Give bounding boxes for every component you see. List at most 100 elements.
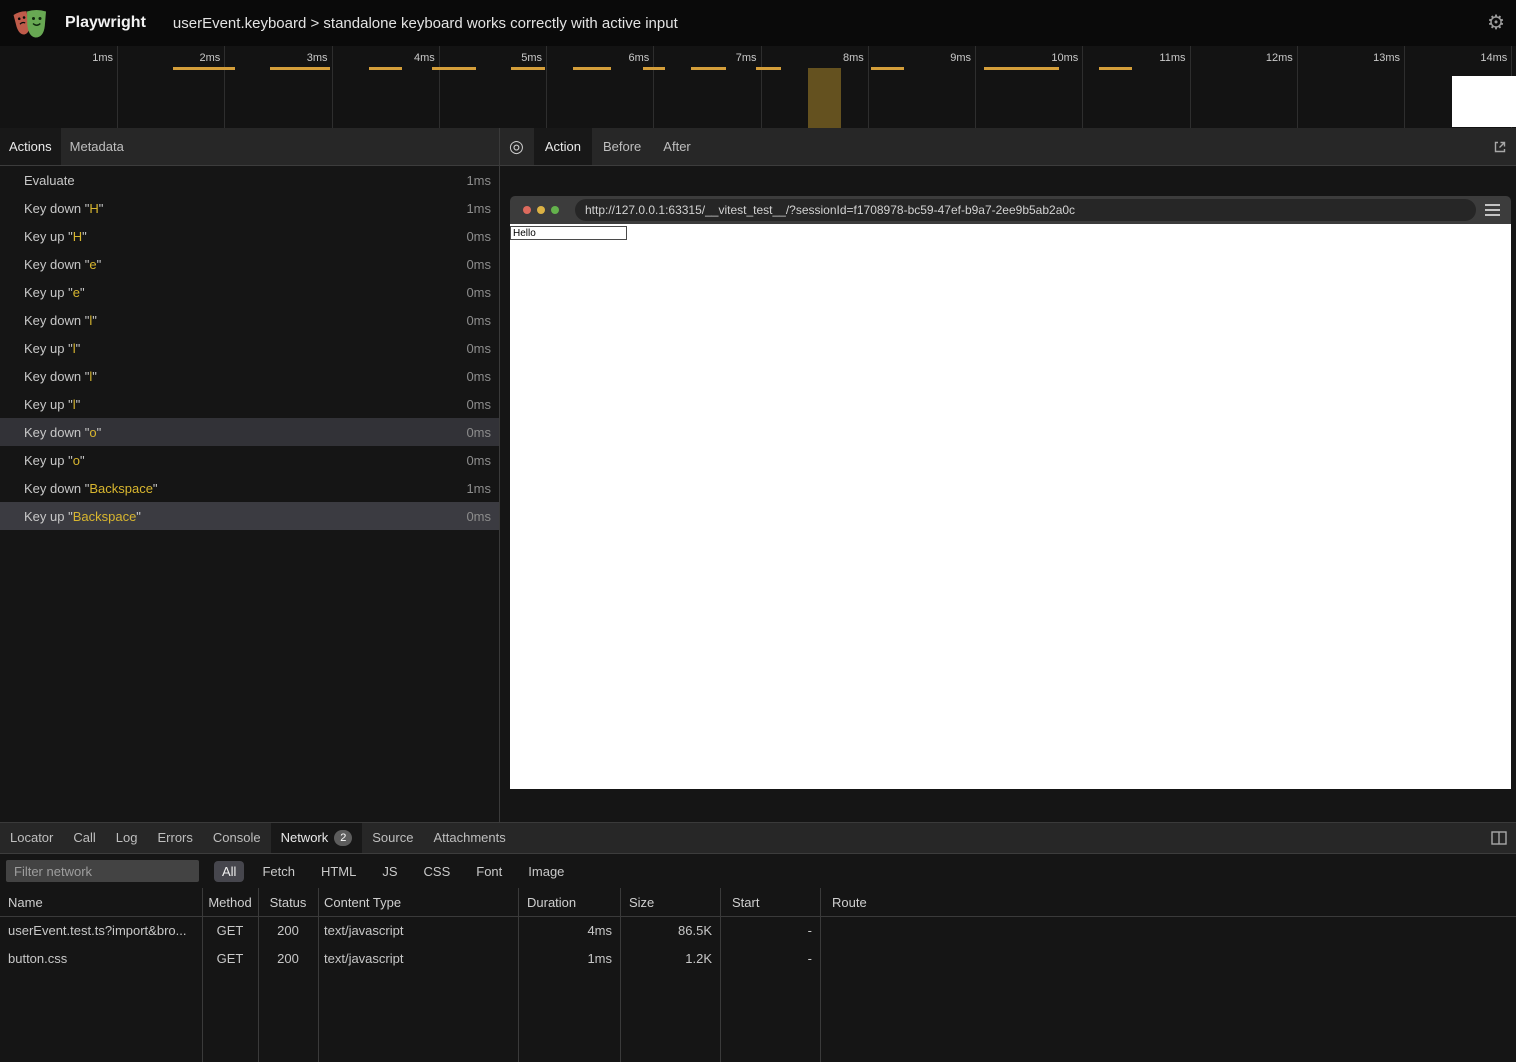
- network-column-header[interactable]: Content Type: [318, 888, 518, 916]
- timeline-action-tick: [369, 67, 402, 70]
- action-label-quote: ": [82, 229, 87, 244]
- action-key-value: o: [89, 425, 96, 440]
- network-column-header[interactable]: Name: [0, 888, 202, 916]
- network-column-header[interactable]: Method: [202, 888, 258, 916]
- test-title: userEvent.keyboard > standalone keyboard…: [173, 15, 678, 32]
- actions-panel: ActionsMetadata Evaluate1msKey down "H"1…: [0, 128, 500, 822]
- network-column-separator: [720, 888, 721, 1062]
- action-list-item[interactable]: Key up "l"0ms: [0, 334, 499, 362]
- target-icon[interactable]: ◎: [509, 138, 524, 155]
- main-split: ActionsMetadata Evaluate1msKey down "H"1…: [0, 128, 1516, 822]
- tab-errors[interactable]: Errors: [147, 823, 202, 853]
- action-list-item[interactable]: Key down "H"1ms: [0, 194, 499, 222]
- timeline-action-tick: [173, 67, 235, 70]
- top-bar: Playwright userEvent.keyboard > standalo…: [0, 0, 1516, 46]
- action-list-item[interactable]: Key down "o"0ms: [0, 418, 499, 446]
- action-label-quote: ": [92, 369, 97, 384]
- action-list-item[interactable]: Key up "o"0ms: [0, 446, 499, 474]
- snapshot-page: [510, 224, 1511, 789]
- filter-chip-all[interactable]: All: [214, 861, 244, 882]
- action-list-item[interactable]: Key down "Backspace"1ms: [0, 474, 499, 502]
- snapshot-panel: ◎ ActionBeforeAfter http://127.0.0.1:633…: [500, 128, 1516, 822]
- timeline-time-label: 14ms: [1480, 52, 1507, 64]
- action-key-value: H: [89, 201, 98, 216]
- network-column-header[interactable]: Status: [258, 888, 318, 916]
- network-table: NameMethodStatusContent TypeDurationSize…: [0, 888, 1516, 1062]
- network-cell-content_type: text/javascript: [318, 917, 518, 945]
- network-request-row[interactable]: userEvent.test.ts?import&bro...GET200tex…: [0, 917, 1516, 945]
- timeline-time-label: 2ms: [199, 52, 220, 64]
- external-link-icon[interactable]: [1493, 140, 1507, 154]
- tab-source[interactable]: Source: [362, 823, 423, 853]
- action-label-quote: ": [97, 425, 102, 440]
- trace-viewer: Playwright userEvent.keyboard > standalo…: [0, 0, 1516, 1062]
- tab-action[interactable]: Action: [534, 128, 592, 165]
- action-label: Key down ": [24, 369, 89, 384]
- tab-locator[interactable]: Locator: [0, 823, 63, 853]
- action-key-value: H: [73, 229, 82, 244]
- timeline-time-label: 8ms: [843, 52, 864, 64]
- snapshot-tabs: ActionBeforeAfter: [534, 128, 702, 165]
- action-label-quote: ": [76, 397, 81, 412]
- network-cell-duration: 1ms: [518, 945, 620, 973]
- action-duration: 0ms: [466, 425, 491, 440]
- action-label: Key down ": [24, 481, 89, 496]
- filter-chip-html[interactable]: HTML: [313, 861, 364, 882]
- tab-console[interactable]: Console: [203, 823, 271, 853]
- split-columns-icon[interactable]: [1491, 831, 1507, 845]
- timeline-gridline: [1190, 46, 1191, 128]
- filter-chip-fetch[interactable]: Fetch: [254, 861, 303, 882]
- tab-call[interactable]: Call: [63, 823, 105, 853]
- timeline-time-label: 1ms: [92, 52, 113, 64]
- action-label: Key down ": [24, 257, 89, 272]
- timeline-time-label: 7ms: [736, 52, 757, 64]
- snapshot-area: http://127.0.0.1:63315/__vitest_test__/?…: [500, 166, 1516, 822]
- action-list-item[interactable]: Key up "e"0ms: [0, 278, 499, 306]
- network-column-header[interactable]: Start: [720, 888, 820, 916]
- tab-network[interactable]: Network2: [271, 823, 363, 853]
- network-column-header[interactable]: Route: [820, 888, 1516, 916]
- action-list-item[interactable]: Key down "e"0ms: [0, 250, 499, 278]
- timeline-time-label: 9ms: [950, 52, 971, 64]
- network-request-row[interactable]: button.cssGET200text/javascript1ms1.2K-: [0, 945, 1516, 973]
- action-duration: 0ms: [466, 397, 491, 412]
- network-filter-row: All Fetch HTML JS CSS Font Image: [0, 854, 1516, 888]
- action-list-item[interactable]: Key up "Backspace"0ms: [0, 502, 499, 530]
- network-column-header[interactable]: Size: [620, 888, 720, 916]
- timeline-time-label: 5ms: [521, 52, 542, 64]
- yellow-dot-icon: [537, 206, 545, 214]
- snapshot-text-input[interactable]: [510, 226, 627, 240]
- timeline-scrubber[interactable]: 1ms2ms3ms4ms5ms6ms7ms8ms9ms10ms11ms12ms1…: [0, 46, 1516, 128]
- action-label-quote: ": [97, 257, 102, 272]
- network-cell-content_type: text/javascript: [318, 945, 518, 973]
- filter-chip-image[interactable]: Image: [520, 861, 572, 882]
- timeline-action-tick: [573, 67, 611, 70]
- network-filter-input[interactable]: [6, 860, 199, 882]
- tab-before[interactable]: Before: [592, 128, 652, 165]
- tab-attachments[interactable]: Attachments: [423, 823, 515, 853]
- filter-chip-font[interactable]: Font: [468, 861, 510, 882]
- tab-after[interactable]: After: [652, 128, 701, 165]
- network-column-header[interactable]: Duration: [518, 888, 620, 916]
- network-cell-size: 1.2K: [620, 945, 720, 973]
- action-list-item[interactable]: Key up "l"0ms: [0, 390, 499, 418]
- snapshot-browser-window: http://127.0.0.1:63315/__vitest_test__/?…: [510, 196, 1511, 789]
- action-label: Evaluate: [24, 173, 75, 188]
- red-dot-icon: [523, 206, 531, 214]
- tab-actions[interactable]: Actions: [0, 128, 61, 165]
- filter-chip-js[interactable]: JS: [374, 861, 405, 882]
- filter-chip-css[interactable]: CSS: [416, 861, 459, 882]
- tab-metadata[interactable]: Metadata: [61, 128, 133, 165]
- timeline-gridline: [653, 46, 654, 128]
- action-key-value: o: [73, 453, 80, 468]
- timeline-time-label: 10ms: [1051, 52, 1078, 64]
- gear-icon[interactable]: ⚙: [1487, 13, 1505, 33]
- action-list-item[interactable]: Evaluate1ms: [0, 166, 499, 194]
- tab-log[interactable]: Log: [106, 823, 148, 853]
- timeline-gridline: [1404, 46, 1405, 128]
- timeline-gridline: [761, 46, 762, 128]
- app-title: Playwright: [65, 14, 146, 32]
- action-list-item[interactable]: Key down "l"0ms: [0, 306, 499, 334]
- action-list-item[interactable]: Key down "l"0ms: [0, 362, 499, 390]
- action-list-item[interactable]: Key up "H"0ms: [0, 222, 499, 250]
